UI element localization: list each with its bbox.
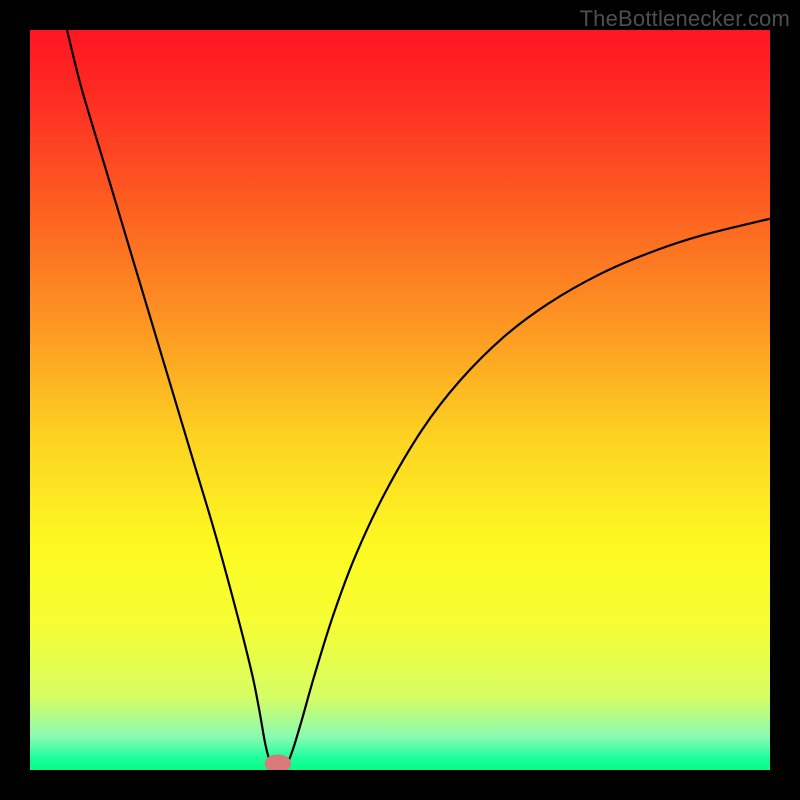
watermark-text: TheBottlenecker.com	[580, 6, 790, 32]
chart-frame	[30, 30, 770, 770]
bottleneck-chart	[30, 30, 770, 770]
gradient-background	[30, 30, 770, 770]
